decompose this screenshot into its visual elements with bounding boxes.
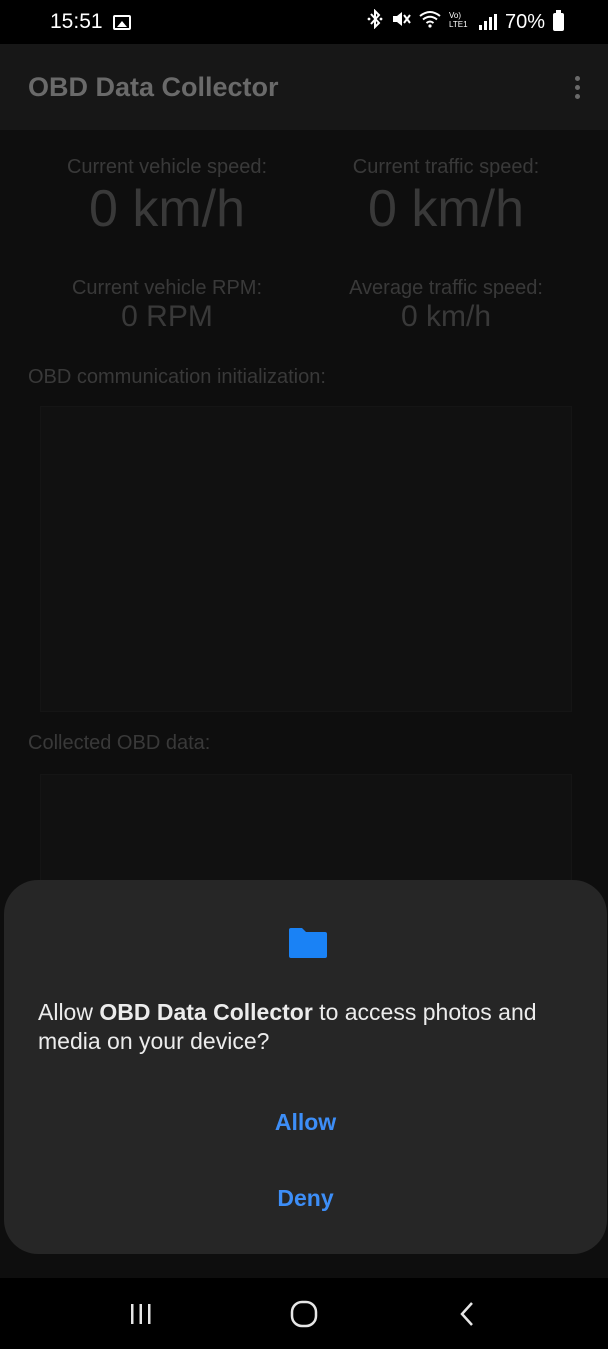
allow-button[interactable]: Allow [4, 1092, 607, 1152]
deny-button[interactable]: Deny [4, 1168, 607, 1228]
svg-text:LTE1: LTE1 [449, 20, 468, 28]
message-prefix: Allow [38, 999, 100, 1025]
status-bar: 15:51 Vo) LTE1 70% [0, 0, 608, 44]
folder-icon [289, 928, 327, 958]
message-app-name: OBD Data Collector [99, 999, 313, 1025]
wifi-icon [419, 10, 441, 34]
bluetooth-icon [367, 8, 383, 35]
navigation-bar [0, 1278, 608, 1349]
permission-dialog: Allow OBD Data Collector to access photo… [4, 880, 607, 1254]
home-icon[interactable] [274, 1289, 334, 1339]
back-icon[interactable] [437, 1289, 497, 1339]
battery-percentage: 70% [504, 10, 545, 33]
image-icon [112, 14, 131, 30]
recents-icon[interactable] [111, 1289, 171, 1339]
signal-icon [478, 14, 497, 30]
svg-text:Vo): Vo) [449, 11, 461, 20]
permission-message: Allow OBD Data Collector to access photo… [38, 998, 568, 1056]
battery-icon [553, 10, 564, 31]
volte-icon: Vo) LTE1 [449, 10, 471, 34]
status-time: 15:51 [50, 10, 103, 33]
mute-icon [391, 10, 411, 34]
